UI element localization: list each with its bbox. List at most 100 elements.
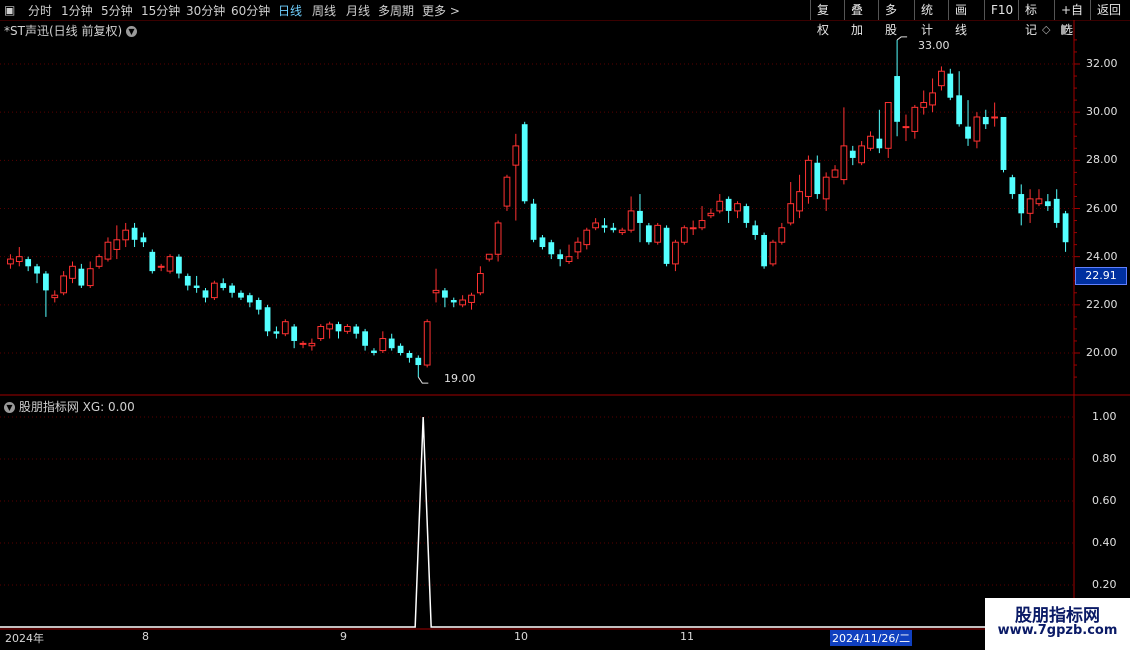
candle-body-down (176, 256, 182, 274)
candle-body-up (1026, 198, 1034, 214)
candle-body-down (34, 266, 40, 274)
candle-body-up (423, 321, 431, 366)
candle-body-down (388, 338, 395, 349)
candle-body-up (485, 253, 493, 260)
candle-body-down (238, 292, 244, 298)
chevron-down-icon[interactable]: ▼ (4, 402, 15, 413)
candle-body-down (335, 324, 342, 332)
candle-body-down (131, 227, 138, 240)
candle-body-down (43, 273, 49, 291)
candle-body-down (743, 206, 750, 223)
candle-body-down (548, 242, 555, 255)
candle-body-up (716, 200, 724, 212)
candle-body-down (442, 290, 448, 298)
watermark-logo: 股朋指标网 www.7gpzb.com (985, 598, 1130, 650)
candle-body-down (291, 326, 298, 341)
candle-body-up (459, 299, 467, 306)
candle-body-down (264, 307, 271, 332)
indicator-title: 股朋指标网 XG: 0.00 (18, 400, 135, 414)
current-price-badge: 22.91 (1075, 267, 1127, 285)
candle-body-down (521, 124, 528, 202)
candle-body-down (246, 295, 253, 303)
candle-body-up (308, 342, 316, 347)
candle-body-down (415, 357, 422, 366)
candle-body-up (122, 229, 130, 241)
price-tick-label: 26.00 (1086, 201, 1118, 215)
candle-body-up (157, 265, 165, 268)
candle-body-up (104, 241, 112, 260)
candle-body-up (317, 326, 325, 340)
candle-body-up (281, 321, 289, 335)
candle-body-up (503, 176, 511, 207)
candle-body-down (353, 326, 360, 334)
candle-body-up (796, 191, 803, 212)
candle-body-down (530, 203, 537, 240)
candle-body-down (193, 285, 200, 288)
candle-body-up (769, 241, 777, 265)
price-tick-label: 32.00 (1086, 57, 1118, 70)
candle-body-down (894, 76, 900, 122)
candle-body-down (1044, 201, 1051, 207)
chart-canvas[interactable] (0, 0, 1130, 650)
indicator-tick-label: 0.40 (1092, 536, 1117, 549)
candle-body-up (51, 294, 59, 299)
candle-body-down (982, 116, 989, 125)
candle-body-down (1062, 213, 1069, 243)
logo-url: www.7gpzb.com (997, 623, 1118, 638)
candle-body-down (725, 198, 732, 211)
price-tick-label: 30.00 (1086, 105, 1118, 119)
candle-body-down (557, 254, 564, 260)
candle-body-up (672, 241, 679, 265)
candle-body-down (752, 225, 759, 235)
candle-body-up (840, 145, 848, 181)
candle-body-up (689, 227, 697, 230)
candle-body-up (69, 265, 76, 279)
candle-body-down (149, 251, 156, 272)
candle-body-up (822, 176, 830, 200)
candle-body-down (220, 283, 227, 288)
candle-body-down (362, 331, 368, 346)
candle-body-up (60, 275, 68, 294)
candle-body-up (884, 102, 892, 149)
candle-body-down (956, 95, 963, 125)
candle-body-up (920, 102, 928, 108)
indicator-title-bar: ▼ 股朋指标网 XG: 0.00 (4, 398, 135, 415)
candle-body-up (867, 135, 874, 149)
candle-body-up (973, 116, 981, 142)
candle-body-up (592, 222, 600, 229)
candle-body-up (778, 227, 786, 243)
candle-body-down (78, 268, 85, 286)
candle-body-down (965, 126, 971, 139)
candle-body-up (326, 323, 334, 330)
candle-body-up (166, 256, 174, 272)
candle-body-up (902, 126, 910, 129)
candle-body-up (468, 294, 475, 303)
candle-body-down (814, 162, 821, 195)
x-label-aug: 8 (142, 630, 149, 643)
candle-body-down (1009, 177, 1016, 195)
candle-body-up (734, 203, 741, 212)
candle-body-down (761, 234, 767, 267)
candle-body-up (379, 338, 387, 352)
candle-body-down (450, 300, 457, 303)
candle-body-down (637, 210, 643, 223)
indicator-tick-label: 1.00 (1092, 410, 1117, 423)
candle-body-down (1053, 198, 1060, 223)
high-marker-pointer (896, 36, 908, 41)
candle-body-up (476, 273, 484, 294)
candle-body-up (698, 220, 706, 229)
candle-body-down (371, 350, 377, 353)
candle-body-up (494, 222, 502, 255)
high-marker: 33.00 (918, 39, 950, 52)
candle-body-up (627, 210, 635, 231)
candle-body-down (645, 225, 652, 243)
indicator-tick-label: 0.60 (1092, 494, 1117, 507)
candle-body-up (991, 116, 999, 119)
candle-body-up (654, 224, 662, 243)
candle-body-up (113, 239, 121, 250)
candle-body-down (1018, 194, 1025, 214)
x-label-nov: 11 (680, 630, 694, 643)
candle-body-down (25, 259, 32, 267)
candle-body-up (911, 106, 919, 132)
candle-body-down (255, 300, 262, 310)
